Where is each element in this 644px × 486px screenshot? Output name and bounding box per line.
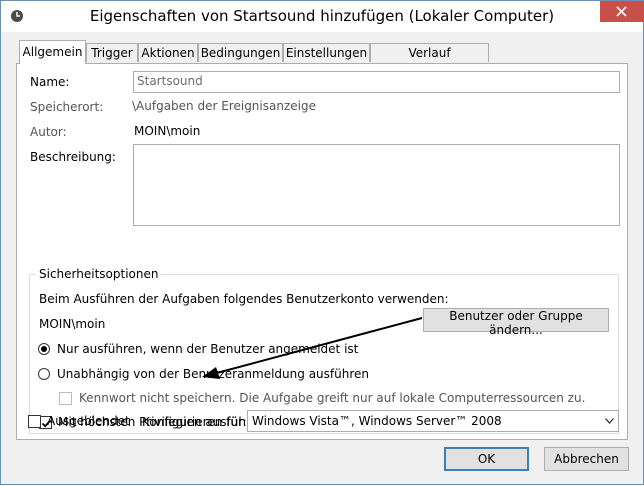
tab-trigger[interactable]: Trigger — [86, 43, 138, 62]
radio-run-independent-label[interactable]: Unabhängig von der Benutzeranmeldung aus… — [57, 367, 369, 381]
hidden-label[interactable]: Ausgeblendet — [47, 414, 130, 428]
radio-run-independent[interactable] — [38, 368, 50, 380]
author-label: Autor: — [30, 125, 67, 139]
title-bar: Eigenschaften von Startsound hinzufügen … — [1, 1, 644, 32]
tab-einstellungen[interactable]: Einstellungen — [283, 43, 370, 62]
dialog-client: Allgemein Trigger Aktionen Bedingungen E… — [2, 32, 642, 484]
chevron-down-icon — [605, 418, 614, 424]
cancel-button[interactable]: Abbrechen — [544, 447, 629, 471]
author-value: MOIN\moin — [134, 124, 201, 138]
ok-button[interactable]: OK — [444, 447, 529, 471]
radio-run-only-logged-on-label[interactable]: Nur ausführen, wenn der Benutzer angemel… — [57, 342, 358, 356]
radio-selected-dot — [41, 346, 47, 352]
account-prompt: Beim Ausführen der Aufgaben folgendes Be… — [39, 292, 449, 306]
close-icon — [616, 6, 627, 17]
account-value: MOIN\moin — [39, 317, 106, 331]
tab-allgemein[interactable]: Allgemein — [19, 40, 86, 64]
tab-bedingungen[interactable]: Bedingungen — [198, 43, 283, 62]
configure-label: Konfigurieren für: — [142, 415, 247, 429]
configure-select[interactable]: Windows Vista™, Windows Server™ 2008 — [247, 410, 619, 432]
close-button[interactable] — [600, 1, 644, 22]
tab-aktionen[interactable]: Aktionen — [138, 43, 198, 62]
change-user-button[interactable]: Benutzer oder Gruppe ändern... — [423, 308, 609, 337]
tab-verlauf[interactable]: Verlauf (deaktiviert) — [370, 43, 489, 79]
description-field[interactable] — [133, 144, 620, 226]
name-label: Name: — [30, 75, 70, 89]
checkbox-hidden[interactable] — [28, 415, 41, 428]
tab-panel-allgemein: Name: Startsound Speicherort: \Aufgaben … — [16, 63, 628, 440]
description-label: Beschreibung: — [30, 150, 116, 164]
configure-value: Windows Vista™, Windows Server™ 2008 — [252, 414, 502, 428]
no-store-password-label: Kennwort nicht speichern. Die Aufgabe gr… — [79, 391, 586, 405]
radio-run-only-logged-on[interactable] — [38, 343, 50, 355]
security-options-title: Sicherheitsoptionen — [36, 267, 162, 281]
task-properties-dialog: Eigenschaften von Startsound hinzufügen … — [0, 0, 644, 485]
location-value: \Aufgaben der Ereignisanzeige — [132, 99, 316, 113]
location-label: Speicherort: — [30, 100, 104, 114]
name-field[interactable]: Startsound — [133, 71, 620, 93]
window-title: Eigenschaften von Startsound hinzufügen … — [89, 7, 555, 25]
checkbox-no-store-password[interactable] — [59, 392, 72, 405]
